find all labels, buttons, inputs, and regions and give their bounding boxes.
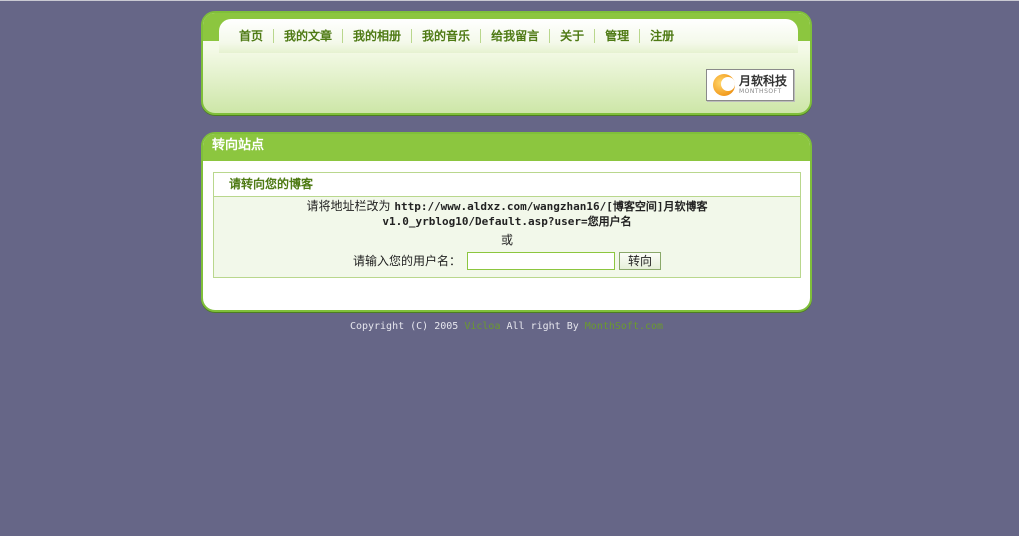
site-header: 首页 我的文章 我的相册 我的音乐 给我留言 关于 管理 注册 月软科技 MON… bbox=[201, 11, 812, 115]
username-label: 请输入您的用户名： bbox=[352, 253, 461, 268]
footer: Copyright (C) 2005 Vicloa All right By M… bbox=[201, 321, 812, 332]
box-body: 请将地址栏改为 http://www.aldxz.com/wangzhan16/… bbox=[214, 197, 800, 270]
box-title: 请转向您的博客 bbox=[214, 173, 800, 197]
moon-logo-icon bbox=[713, 74, 735, 96]
username-input[interactable] bbox=[467, 252, 615, 270]
or-text: 或 bbox=[500, 233, 513, 247]
footer-link-vicloa[interactable]: Vicloa bbox=[464, 321, 500, 332]
nav-albums[interactable]: 我的相册 bbox=[342, 29, 411, 43]
page-wrapper: 首页 我的文章 我的相册 我的音乐 给我留言 关于 管理 注册 月软科技 MON… bbox=[201, 11, 812, 332]
hint-prefix: 请将地址栏改为 bbox=[306, 199, 391, 213]
url-hint-line1: 请将地址栏改为 http://www.aldxz.com/wangzhan16/… bbox=[214, 199, 800, 214]
nav-register[interactable]: 注册 bbox=[639, 29, 684, 43]
url-text-line2: v1.0_yrblog10/Default.asp?user=您用户名 bbox=[382, 215, 632, 228]
redirect-panel: 转向站点 请转向您的博客 请将地址栏改为 http://www.aldxz.co… bbox=[201, 132, 812, 312]
nav-admin[interactable]: 管理 bbox=[594, 29, 639, 43]
nav-music[interactable]: 我的音乐 bbox=[411, 29, 480, 43]
logo-cn-text: 月软科技 bbox=[739, 74, 788, 88]
nav-articles[interactable]: 我的文章 bbox=[273, 29, 342, 43]
nav-home[interactable]: 首页 bbox=[229, 29, 273, 43]
panel-title: 转向站点 bbox=[203, 134, 810, 161]
footer-copyright: Copyright (C) 2005 bbox=[349, 321, 459, 332]
redirect-box: 请转向您的博客 请将地址栏改为 http://www.aldxz.com/wan… bbox=[213, 172, 801, 278]
monthsoft-logo[interactable]: 月软科技 MONTHSOFT bbox=[706, 69, 794, 101]
url-text-line1: http://www.aldxz.com/wangzhan16/[博客空间]月软… bbox=[394, 200, 708, 213]
main-nav: 首页 我的文章 我的相册 我的音乐 给我留言 关于 管理 注册 bbox=[219, 19, 798, 53]
nav-about[interactable]: 关于 bbox=[549, 29, 594, 43]
logo-en-text: MONTHSOFT bbox=[739, 88, 782, 95]
footer-link-monthsoft[interactable]: MonthSoft.com bbox=[585, 321, 663, 332]
nav-guestbook[interactable]: 给我留言 bbox=[480, 29, 549, 43]
logo-text: 月软科技 MONTHSOFT bbox=[739, 75, 787, 95]
username-form: 请输入您的用户名： 转向 bbox=[214, 252, 800, 270]
url-hint-line2: v1.0_yrblog10/Default.asp?user=您用户名 bbox=[214, 214, 800, 229]
footer-rights: All right By bbox=[506, 321, 579, 332]
redirect-button[interactable]: 转向 bbox=[619, 252, 662, 270]
